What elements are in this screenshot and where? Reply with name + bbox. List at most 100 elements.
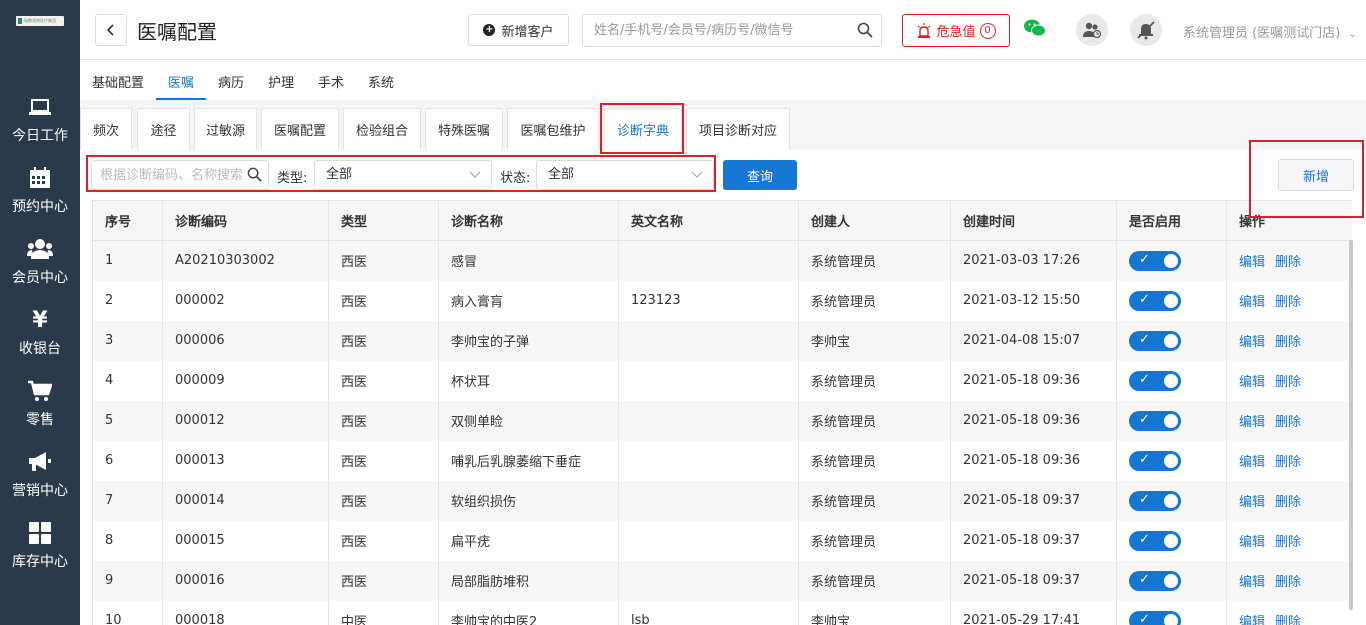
cell-type: 西医 [328, 360, 439, 401]
delete-link[interactable]: 删除 [1275, 575, 1301, 590]
nav-label: 收银台 [19, 341, 61, 357]
enabled-toggle[interactable] [1129, 570, 1181, 591]
global-search-input[interactable] [583, 15, 843, 46]
edit-link[interactable]: 编辑 [1239, 255, 1265, 270]
subtab-order-package[interactable]: 医嘱包维护 [507, 108, 599, 150]
nav-item-cashier[interactable]: ¥ 收银台 [0, 298, 80, 368]
nav-item-marketing[interactable]: 营销中心 [0, 440, 80, 510]
user-menu[interactable]: 系统管理员 (医嘱测试门店) ⌄ [1183, 22, 1357, 41]
edit-link[interactable]: 编辑 [1239, 455, 1265, 470]
cell-code: 000006 [162, 320, 329, 361]
enabled-toggle[interactable] [1129, 610, 1181, 625]
cell-actions: 编辑 删除 [1226, 560, 1352, 601]
cell-type: 西医 [328, 520, 439, 561]
cell-creator: 李帅宝 [798, 320, 951, 361]
cell-actions: 编辑 删除 [1226, 240, 1352, 281]
tab-system[interactable]: 系统 [368, 72, 394, 100]
critical-value-button[interactable]: 危急值 0 [902, 14, 1010, 47]
cell-code: A20210303002 [162, 240, 329, 281]
enabled-toggle[interactable] [1129, 290, 1181, 311]
delete-link[interactable]: 删除 [1275, 455, 1301, 470]
delete-link[interactable]: 删除 [1275, 335, 1301, 350]
delete-link[interactable]: 删除 [1275, 495, 1301, 510]
nav-item-today[interactable]: 今日工作 [0, 85, 80, 155]
notification-off-icon[interactable] [1130, 14, 1162, 46]
cell-english-name [618, 360, 799, 401]
cell-actions: 编辑 删除 [1226, 600, 1352, 625]
table-row: 2 000002 西医 病入膏肓 123123 系统管理员 2021-03-12 15:50… [92, 280, 1352, 321]
search-icon[interactable] [857, 22, 873, 42]
subtab-item-diagnosis-mapping[interactable]: 项目诊断对应 [686, 108, 790, 150]
subtab-allergen[interactable]: 过敏源 [194, 108, 257, 150]
cell-no: 8 [92, 520, 163, 561]
add-customer-button[interactable]: + 新增客户 [468, 14, 569, 46]
delete-link[interactable]: 删除 [1275, 415, 1301, 430]
query-button[interactable]: 查询 [723, 160, 797, 190]
edit-link[interactable]: 编辑 [1239, 495, 1265, 510]
delete-link[interactable]: 删除 [1275, 615, 1301, 625]
delete-link[interactable]: 删除 [1275, 255, 1301, 270]
cell-type: 西医 [328, 280, 439, 321]
subtab-route[interactable]: 途径 [137, 108, 190, 150]
cell-enabled [1116, 600, 1227, 625]
cell-name: 双侧单睑 [438, 400, 619, 441]
tab-medical-records[interactable]: 病历 [218, 72, 244, 100]
subtab-frequency[interactable]: 频次 [80, 108, 132, 150]
cell-name: 局部脂肪堆积 [438, 560, 619, 601]
edit-link[interactable]: 编辑 [1239, 535, 1265, 550]
edit-link[interactable]: 编辑 [1239, 575, 1265, 590]
tab-basic-config[interactable]: 基础配置 [92, 72, 144, 100]
grid-icon [27, 521, 53, 545]
user-name: 系统管理员 (医嘱测试门店) [1183, 26, 1341, 41]
enabled-toggle[interactable] [1129, 410, 1181, 431]
cell-type: 西医 [328, 320, 439, 361]
delete-link[interactable]: 删除 [1275, 375, 1301, 390]
delete-link[interactable]: 删除 [1275, 295, 1301, 310]
logo: 瑞鹏宠物医疗集团 [16, 16, 64, 26]
table-scrollbar[interactable] [1349, 240, 1353, 610]
category-tabs: 基础配置 医嘱 病历 护理 手术 系统 [80, 60, 1366, 100]
cell-no: 3 [92, 320, 163, 361]
cell-english-name [618, 560, 799, 601]
edit-link[interactable]: 编辑 [1239, 335, 1265, 350]
edit-link[interactable]: 编辑 [1239, 415, 1265, 430]
tab-nursing[interactable]: 护理 [268, 72, 294, 100]
nav-item-inventory[interactable]: 库存中心 [0, 511, 80, 581]
cell-enabled [1116, 440, 1227, 481]
team-icon[interactable] [1076, 14, 1108, 46]
cell-type: 西医 [328, 440, 439, 481]
subtab-special-orders[interactable]: 特殊医嘱 [425, 108, 503, 150]
tab-orders[interactable]: 医嘱 [156, 72, 207, 100]
nav-item-appointment[interactable]: 预约中心 [0, 156, 80, 226]
tab-surgery[interactable]: 手术 [318, 72, 344, 100]
cell-no: 4 [92, 360, 163, 401]
enabled-toggle[interactable] [1129, 490, 1181, 511]
col-header-created-time: 创建时间 [950, 200, 1117, 241]
edit-link[interactable]: 编辑 [1239, 375, 1265, 390]
enabled-toggle[interactable] [1129, 250, 1181, 271]
wechat-icon[interactable] [1024, 18, 1046, 42]
enabled-toggle[interactable] [1129, 370, 1181, 391]
enabled-toggle[interactable] [1129, 450, 1181, 471]
table-row: 10000018中医李帅宝的中医2lsb李帅宝2021-05-29 17:41 编… [92, 600, 1352, 625]
subtab-order-config[interactable]: 医嘱配置 [261, 108, 339, 150]
delete-link[interactable]: 删除 [1275, 535, 1301, 550]
highlight-box-diagnosis-tab [600, 103, 684, 154]
back-button[interactable] [95, 14, 127, 46]
cell-actions: 编辑 删除 [1226, 280, 1352, 321]
nav-item-retail[interactable]: 零售 [0, 369, 80, 439]
cell-name: 杯状耳 [438, 360, 619, 401]
cell-created-time: 2021-05-18 09:37 [950, 520, 1117, 561]
enabled-toggle[interactable] [1129, 530, 1181, 551]
cart-icon [27, 379, 53, 403]
edit-link[interactable]: 编辑 [1239, 615, 1265, 625]
calendar-icon [27, 166, 53, 190]
cell-actions: 编辑 删除 [1226, 360, 1352, 401]
table-row: 6 000013 西医 哺乳后乳腺萎缩下垂症 系统管理员 2021-05-18 09:36… [92, 440, 1352, 481]
enabled-toggle[interactable] [1129, 330, 1181, 351]
edit-link[interactable]: 编辑 [1239, 295, 1265, 310]
yen-icon: ¥ [32, 307, 48, 333]
cell-no: 7 [92, 480, 163, 521]
nav-item-members[interactable]: 会员中心 [0, 227, 80, 297]
subtab-test-group[interactable]: 检验组合 [343, 108, 421, 150]
